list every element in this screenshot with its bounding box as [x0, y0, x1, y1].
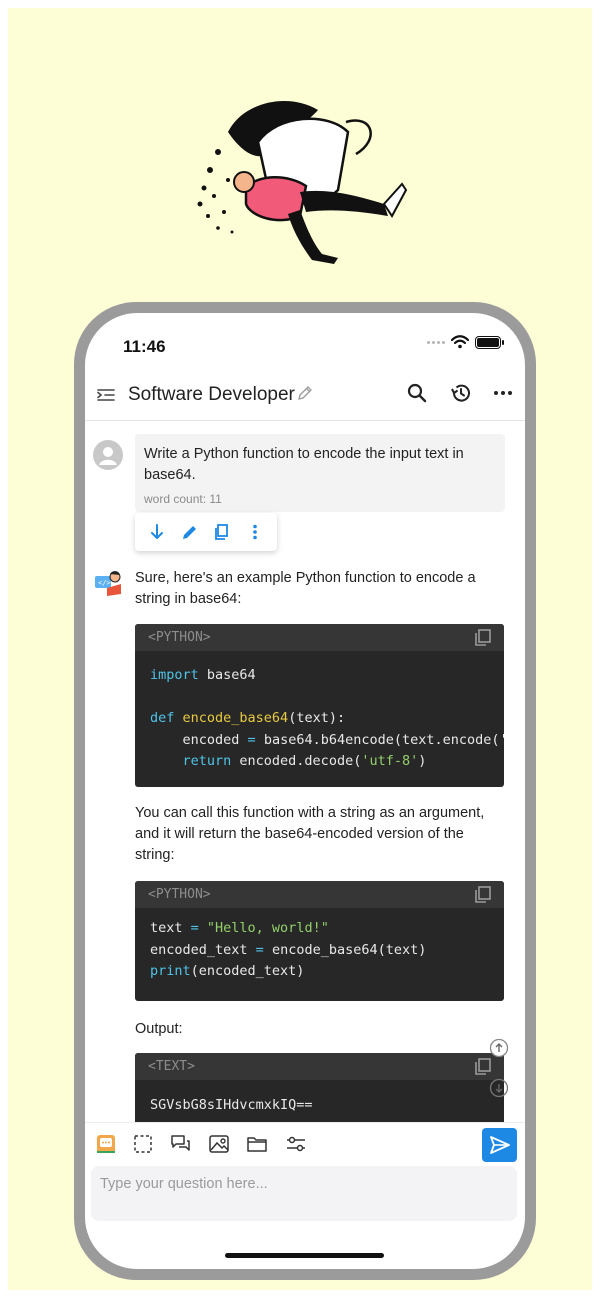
question-input[interactable]: Type your question here... [91, 1166, 517, 1221]
input-toolbar [85, 1122, 525, 1166]
word-count: word count: 11 [144, 492, 222, 506]
svg-text:</>: </> [98, 579, 111, 587]
phone-screen: 11:46 Software Developer Write a Python … [85, 313, 525, 1269]
user-message-bubble: Write a Python function to encode the in… [135, 434, 505, 512]
menu-icon[interactable] [95, 384, 117, 406]
scroll-down-icon[interactable] [489, 1078, 509, 1098]
code-block-2: <PYTHON> text = "Hello, world!" encoded_… [135, 881, 504, 1001]
more-vert-icon[interactable] [245, 522, 265, 542]
code-content: SGVsbG8sIHdvcmxkIQ== [150, 1097, 313, 1113]
code-block-header: <TEXT> [135, 1053, 504, 1080]
code-content: import base64 def encode_base64(text): e… [150, 667, 504, 769]
user-message-text: Write a Python function to encode the in… [144, 446, 464, 483]
copy-icon[interactable] [474, 1057, 492, 1076]
bot-middle-text: You can call this function with a string… [135, 805, 485, 863]
input-placeholder: Type your question here... [100, 1176, 268, 1192]
status-icons [427, 335, 504, 349]
coffee-illustration [197, 101, 408, 264]
folder-icon[interactable] [246, 1133, 268, 1155]
history-icon[interactable] [449, 381, 473, 405]
copy-icon[interactable] [212, 522, 232, 542]
signal-icon [427, 340, 445, 344]
code-block-header: <PYTHON> [135, 881, 504, 908]
chat-area[interactable]: Write a Python function to encode the in… [85, 422, 525, 1122]
search-icon[interactable] [405, 381, 429, 405]
code-block-3: <TEXT> SGVsbG8sIHdvcmxkIQ== [135, 1053, 504, 1122]
code-language-label: <PYTHON> [148, 630, 211, 645]
arrow-down-icon[interactable] [147, 522, 167, 542]
conversations-icon[interactable] [170, 1133, 192, 1155]
battery-icon [475, 335, 504, 349]
send-button[interactable] [482, 1128, 517, 1162]
more-icon[interactable] [491, 381, 515, 405]
code-block-1: <PYTHON> import base64 def encode_base64… [135, 624, 504, 787]
bot-intro-text: Sure, here's an example Python function … [135, 570, 476, 607]
chat-bubble-icon[interactable] [95, 1133, 117, 1155]
edit-icon[interactable] [180, 522, 200, 542]
code-language-label: <TEXT> [148, 1059, 195, 1074]
pencil-icon[interactable] [296, 384, 314, 402]
app-bar: Software Developer [85, 371, 525, 421]
copy-icon[interactable] [474, 628, 492, 647]
image-icon[interactable] [208, 1133, 230, 1155]
status-time: 11:46 [123, 337, 166, 356]
message-actions [135, 513, 277, 551]
bot-avatar: </> [95, 571, 121, 596]
scroll-up-icon[interactable] [489, 1038, 509, 1058]
select-area-icon[interactable] [132, 1133, 154, 1155]
copy-icon[interactable] [474, 885, 492, 904]
code-block-header: <PYTHON> [135, 624, 504, 651]
user-avatar [93, 440, 123, 470]
bot-output-label: Output: [135, 1021, 183, 1037]
code-content: text = "Hello, world!" encoded_text = en… [150, 920, 427, 979]
home-indicator[interactable] [225, 1253, 384, 1258]
page-title: Software Developer [128, 384, 295, 405]
wifi-icon [451, 335, 469, 349]
code-language-label: <PYTHON> [148, 887, 211, 902]
send-icon [489, 1136, 510, 1154]
phone-frame: 11:46 Software Developer Write a Python … [74, 302, 536, 1280]
settings-sliders-icon[interactable] [285, 1133, 307, 1155]
